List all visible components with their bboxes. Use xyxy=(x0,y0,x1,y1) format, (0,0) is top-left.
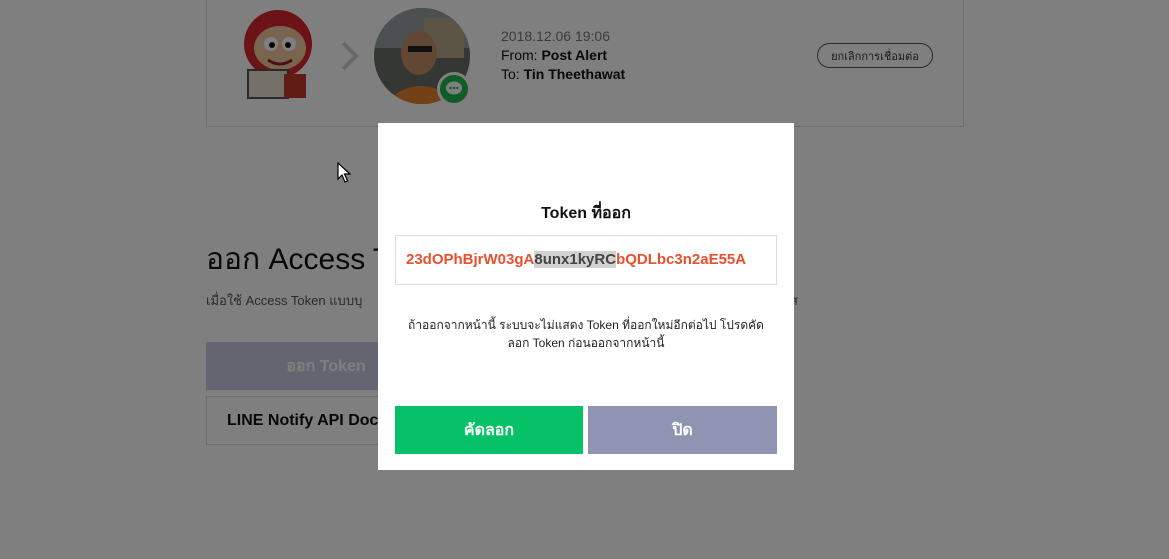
token-text-selected: 8unx1kyRC xyxy=(534,251,617,268)
token-text-start: 23dOPhBjrW03gA xyxy=(406,251,535,268)
close-button[interactable]: ปิด xyxy=(588,406,777,454)
modal-title: Token ที่ออก xyxy=(541,205,631,222)
token-text-end: bQDLbc3n2aE55A xyxy=(616,251,747,268)
copy-button[interactable]: คัดลอก xyxy=(395,406,583,454)
modal-note-line-1: ถ้าออกจากหน้านี้ ระบบจะไม่แสดง Token ที่… xyxy=(408,318,764,332)
modal-note: ถ้าออกจากหน้านี้ ระบบจะไม่แสดง Token ที่… xyxy=(395,316,777,352)
token-modal: Token ที่ออก 23dOPhBjrW03gA8unx1kyRCbQDL… xyxy=(378,123,794,470)
mouse-cursor-icon xyxy=(337,162,351,183)
token-field[interactable]: 23dOPhBjrW03gA8unx1kyRCbQDLbc3n2aE55A xyxy=(395,235,777,285)
modal-note-line-2: ลอก Token ก่อนออกจากหน้านี้ xyxy=(507,336,665,350)
